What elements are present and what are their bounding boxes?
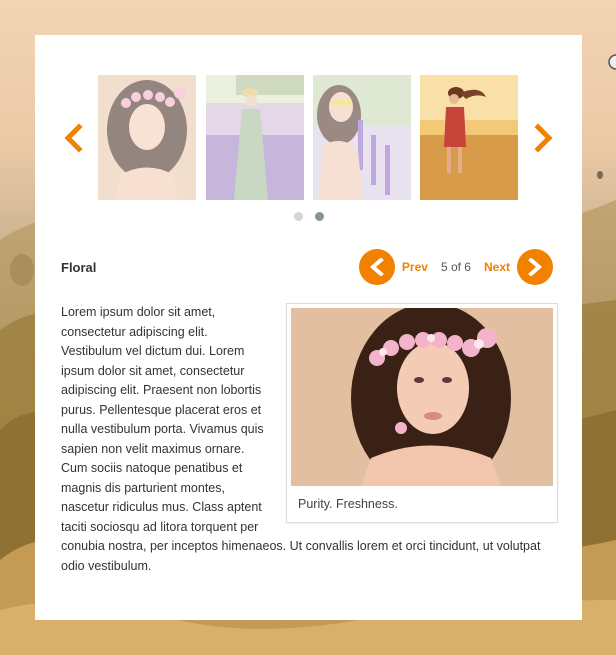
prev-button[interactable] — [358, 249, 395, 285]
carousel-next-button[interactable] — [532, 123, 556, 153]
lavender-field-image — [206, 75, 304, 200]
image-counter: 5 of 6 — [440, 260, 471, 274]
carousel-dot-1[interactable] — [293, 212, 303, 221]
lavender-bouquet-image — [313, 75, 411, 200]
carousel-pagination — [35, 212, 582, 222]
wheat-field-image — [420, 75, 518, 200]
flower-crown-portrait-image — [291, 308, 553, 486]
chevron-left-icon — [64, 123, 83, 153]
gallery-title: Floral — [61, 260, 97, 275]
gallery-panel: Floral Prev 5 of 6 Next Purity. Freshnes… — [35, 35, 582, 620]
thumbnail-1[interactable] — [98, 75, 196, 200]
flower-crown-portrait-image — [98, 75, 196, 200]
article-body: Purity. Freshness. Lorem ipsum dolor sit… — [61, 303, 558, 576]
featured-image[interactable] — [291, 308, 553, 486]
chevron-right-icon — [534, 123, 553, 153]
carousel-prev-button[interactable] — [61, 123, 85, 153]
next-link[interactable]: Next — [484, 260, 510, 274]
chevron-left-icon — [369, 258, 384, 276]
gallery-pager: Prev 5 of 6 Next — [358, 249, 553, 285]
thumbnail-2[interactable] — [206, 75, 304, 200]
figure-caption: Purity. Freshness. — [298, 497, 398, 511]
next-button[interactable] — [517, 249, 553, 285]
featured-figure: Purity. Freshness. — [286, 303, 558, 523]
thumbnail-carousel — [35, 75, 582, 200]
thumbnail-3[interactable] — [313, 75, 411, 200]
chevron-right-icon — [528, 258, 543, 276]
thumbnail-4[interactable] — [420, 75, 518, 200]
carousel-dot-2[interactable] — [314, 212, 324, 221]
prev-link[interactable]: Prev — [402, 260, 428, 274]
